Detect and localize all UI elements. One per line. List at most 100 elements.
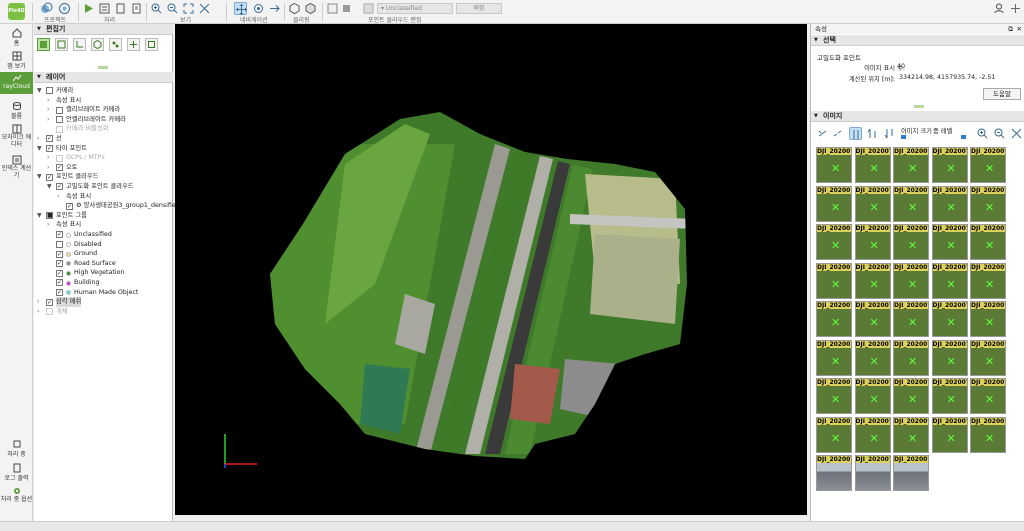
expand-arrow-icon[interactable]: ▼: [47, 182, 54, 192]
edit-tool[interactable]: [73, 38, 86, 51]
layer-row[interactable]: › ✓ 삼각 메쉬: [34, 297, 173, 307]
layer-row[interactable]: ✓ Ground: [34, 249, 173, 259]
image-thumbnail[interactable]: DJI_202007✕: [816, 224, 852, 260]
image-thumbnail[interactable]: DJI_202007✕: [854, 262, 891, 299]
image-thumbnail[interactable]: DJI_202007✕: [893, 339, 929, 376]
image-thumbnail[interactable]: DJI_202007✕: [931, 339, 968, 376]
image-thumbnail[interactable]: DJI_202007✕: [893, 455, 929, 491]
image-thumbnail[interactable]: DJI_202007✕: [816, 378, 852, 414]
clipping-toggle-icon[interactable]: [304, 2, 317, 15]
zoom-level-slider-handle[interactable]: [961, 135, 966, 139]
image-thumbnail[interactable]: DJI_202007✕: [970, 378, 1006, 414]
nav-raycloud[interactable]: rayCloud: [0, 72, 33, 94]
classification-color-icon[interactable]: [340, 2, 353, 15]
layer-row[interactable]: › 속성 표시: [34, 96, 173, 106]
image-thumbnail[interactable]: DJI_202007✕: [893, 378, 929, 414]
image-thumbnail[interactable]: DJI_202007✕: [970, 339, 1006, 376]
layer-row[interactable]: Disabled: [34, 240, 173, 250]
process-output-icon[interactable]: [114, 2, 127, 15]
nav-processing[interactable]: 처리 중: [0, 438, 33, 458]
layer-checkbox[interactable]: ✓: [56, 279, 63, 287]
layer-row[interactable]: › 언캘리브레이트 카메라: [34, 115, 173, 125]
collapse-arrow-icon[interactable]: ›: [57, 192, 64, 202]
image-thumbnail[interactable]: DJI_202007✕: [970, 416, 1006, 453]
zoom-out-icon[interactable]: [166, 2, 179, 15]
help-button[interactable]: 도움말: [983, 88, 1021, 100]
image-thumbnail[interactable]: DJI_202007✕: [893, 224, 929, 260]
layer-row[interactable]: 카메라 비활성화: [34, 124, 173, 134]
layer-checkbox[interactable]: ✓: [56, 183, 63, 191]
collapse-arrow-icon[interactable]: ›: [47, 105, 54, 115]
edit-tool[interactable]: [91, 38, 104, 51]
layer-row[interactable]: ✓ High Vegetation: [34, 268, 173, 278]
image-thumbnail[interactable]: DJI_202007✕: [854, 185, 891, 222]
unlink-images-icon[interactable]: [831, 127, 844, 140]
layer-row[interactable]: ✓ ⚙ 양사생태공원3_group1_densified_point_cloud: [34, 201, 219, 211]
layer-checkbox[interactable]: ✓: [46, 173, 53, 181]
layer-row[interactable]: › ✓ 선: [34, 134, 173, 144]
selection-section-header[interactable]: 선택: [811, 35, 1024, 46]
collapse-arrow-icon[interactable]: ›: [47, 96, 54, 106]
edit-tool[interactable]: [109, 38, 122, 51]
nav-volume[interactable]: 볼륨: [0, 100, 33, 120]
image-thumbnail[interactable]: DJI_202007✕: [970, 147, 1006, 183]
layer-row[interactable]: ▼ ✓ 포인트 클라우드: [34, 172, 173, 182]
layer-checkbox[interactable]: ✓: [66, 202, 73, 210]
project-open-icon[interactable]: [58, 2, 71, 15]
sort-desc-icon[interactable]: [883, 127, 896, 140]
layer-row[interactable]: › 개체: [34, 307, 173, 317]
navigation-fly-icon[interactable]: [268, 2, 281, 15]
layer-row[interactable]: ▼ 카메라: [34, 86, 173, 96]
layers-panel-header[interactable]: 레이어: [34, 72, 173, 83]
image-thumbnail[interactable]: DJI_202007✕: [970, 301, 1006, 337]
layer-row[interactable]: ✓ Building: [34, 278, 173, 288]
layer-row[interactable]: ▼ ■ 포인트 그룹: [34, 211, 173, 221]
classification-dropdown[interactable]: ▾ Unclassified: [377, 3, 453, 14]
layer-checkbox[interactable]: ✓: [56, 288, 63, 296]
image-thumbnail[interactable]: DJI_202007✕: [931, 147, 968, 183]
fit-images-icon[interactable]: [1010, 127, 1023, 140]
layer-checkbox[interactable]: [56, 106, 63, 114]
image-thumbnail[interactable]: DJI_202007✕: [854, 147, 891, 183]
image-thumbnail[interactable]: DJI_202007✕: [816, 301, 852, 337]
image-thumbnail[interactable]: DJI_202007✕: [931, 416, 968, 453]
user-account-icon[interactable]: [993, 2, 1006, 15]
image-thumbnail[interactable]: DJI_202007✕: [854, 455, 891, 491]
zoom-out-icon[interactable]: [993, 127, 1006, 140]
image-thumbnail[interactable]: DJI_202007✕: [816, 262, 852, 299]
apply-class-button[interactable]: 배정: [456, 3, 502, 14]
image-thumbnail[interactable]: DJI_202007✕: [893, 301, 929, 337]
image-thumbnail[interactable]: DJI_202007✕: [816, 147, 852, 183]
layer-checkbox[interactable]: ✓: [56, 260, 63, 268]
sort-images-icon[interactable]: [849, 127, 862, 140]
layer-checkbox[interactable]: [56, 116, 63, 124]
layer-checkbox[interactable]: ✓: [56, 231, 63, 239]
layer-row[interactable]: ▼ ✓ 고밀도화 포인트 클라우드: [34, 182, 173, 192]
view-reset-icon[interactable]: [198, 2, 211, 15]
image-thumbnail[interactable]: DJI_202007✕: [854, 339, 891, 376]
panel-splitter[interactable]: [98, 66, 108, 69]
layer-row[interactable]: › ✓ 오토: [34, 163, 173, 173]
layer-checkbox[interactable]: [56, 154, 63, 162]
image-thumbnail[interactable]: DJI_202007✕: [931, 185, 968, 222]
image-thumbnail[interactable]: DJI_202007✕: [893, 416, 929, 453]
process-report-icon[interactable]: [130, 2, 143, 15]
nav-log-output[interactable]: 로그 출력: [0, 462, 33, 482]
layer-checkbox[interactable]: ✓: [56, 164, 63, 172]
undock-icon[interactable]: ⧉: [1008, 24, 1013, 34]
image-thumbnail[interactable]: DJI_202007✕: [893, 185, 929, 222]
zoom-fit-icon[interactable]: [182, 2, 195, 15]
collapse-arrow-icon[interactable]: ›: [47, 220, 54, 230]
collapse-arrow-icon[interactable]: ›: [47, 163, 54, 173]
process-start-icon[interactable]: [82, 2, 95, 15]
image-thumbnail[interactable]: DJI_202007✕: [970, 224, 1006, 260]
image-thumbnail[interactable]: DJI_202007✕: [931, 378, 968, 414]
image-thumbnail[interactable]: DJI_202007✕: [970, 185, 1006, 222]
edit-panel-header[interactable]: 편집기: [34, 24, 173, 35]
image-thumbnail[interactable]: DJI_202007✕: [893, 147, 929, 183]
link-images-icon[interactable]: [816, 127, 829, 140]
layer-checkbox[interactable]: [56, 240, 63, 248]
raycloud-3d-view[interactable]: [175, 24, 807, 515]
expand-arrow-icon[interactable]: ▼: [37, 86, 44, 96]
nav-map-view[interactable]: 맵 보기: [0, 50, 33, 70]
